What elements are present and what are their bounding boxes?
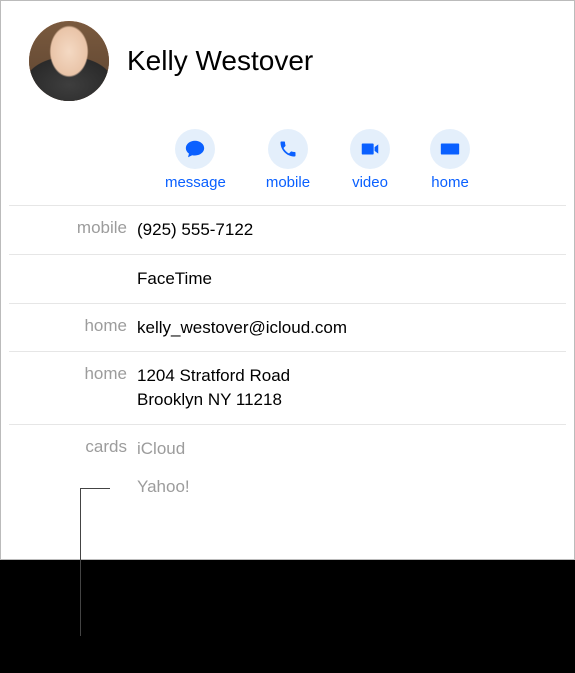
contact-name: Kelly Westover xyxy=(127,45,313,77)
field-label: mobile xyxy=(9,218,137,238)
home-label: home xyxy=(431,174,469,191)
mobile-button[interactable]: mobile xyxy=(266,129,310,191)
address-line1: 1204 Stratford Road xyxy=(137,364,290,388)
callout-line-tick xyxy=(80,488,110,489)
field-value: (925) 555-7122 xyxy=(137,218,253,242)
field-label: home xyxy=(9,364,137,384)
field-value: iCloud Yahoo! xyxy=(137,437,190,499)
field-value: FaceTime xyxy=(137,267,212,291)
action-row: message mobile video home xyxy=(69,129,566,191)
row-cards: cards iCloud Yahoo! xyxy=(9,424,566,511)
row-mobile[interactable]: mobile (925) 555-7122 xyxy=(9,205,566,254)
message-icon xyxy=(175,129,215,169)
field-value: 1204 Stratford Road Brooklyn NY 11218 xyxy=(137,364,290,412)
field-label: cards xyxy=(9,437,137,457)
avatar[interactable] xyxy=(29,21,109,101)
field-value: kelly_westover@icloud.com xyxy=(137,316,347,340)
details-list: mobile (925) 555-7122 FaceTime home kell… xyxy=(9,205,566,511)
video-button[interactable]: video xyxy=(350,129,390,191)
contact-card: Kelly Westover message mobile video xyxy=(0,0,575,560)
address-line2: Brooklyn NY 11218 xyxy=(137,388,290,412)
cards-account-2: Yahoo! xyxy=(137,475,190,499)
field-label: home xyxy=(9,316,137,336)
row-address[interactable]: home 1204 Stratford Road Brooklyn NY 112… xyxy=(9,351,566,424)
message-label: message xyxy=(165,174,226,191)
mail-icon xyxy=(430,129,470,169)
phone-icon xyxy=(268,129,308,169)
home-button[interactable]: home xyxy=(430,129,470,191)
video-icon xyxy=(350,129,390,169)
callout-line xyxy=(80,488,81,636)
cards-account-1: iCloud xyxy=(137,437,190,461)
video-label: video xyxy=(352,174,388,191)
contact-header: Kelly Westover xyxy=(9,21,566,101)
message-button[interactable]: message xyxy=(165,129,226,191)
mobile-label: mobile xyxy=(266,174,310,191)
row-facetime[interactable]: FaceTime xyxy=(9,254,566,303)
row-email[interactable]: home kelly_westover@icloud.com xyxy=(9,303,566,352)
